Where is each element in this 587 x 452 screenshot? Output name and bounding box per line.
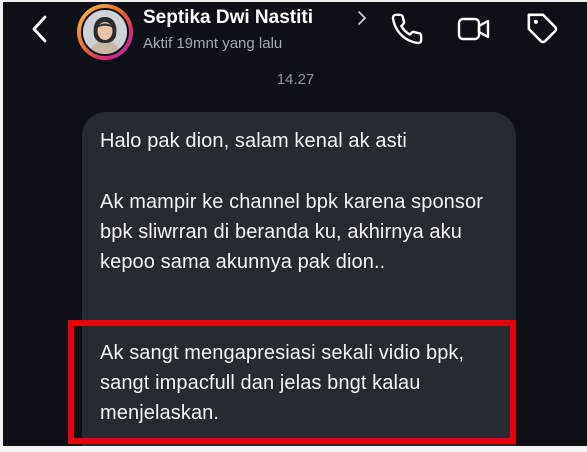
back-button[interactable]	[28, 12, 54, 46]
phone-icon	[391, 13, 423, 45]
screenshot-edge-bottom	[0, 446, 587, 452]
message-timestamp: 14.27	[276, 71, 315, 88]
back-arrow-icon	[32, 15, 47, 43]
chevron-right-icon[interactable]	[356, 9, 368, 27]
message-paragraph-greeting: Halo pak dion, salam kenal ak asti	[100, 130, 407, 152]
message-paragraph-appreciation: Ak sangt mengapresiasi sekali vidio bpk,…	[100, 342, 465, 424]
chat-header: Septika Dwi Nastiti Aktif 19mnt yang lal…	[0, 0, 587, 64]
tag-icon	[527, 13, 558, 44]
screenshot-edge-left	[0, 0, 3, 452]
activity-status: Aktif 19mnt yang lalu	[143, 35, 283, 52]
call-button[interactable]	[390, 12, 424, 46]
video-call-button[interactable]	[457, 12, 491, 46]
contact-name[interactable]: Septika Dwi Nastiti	[143, 7, 313, 29]
tag-button[interactable]	[526, 12, 560, 46]
avatar[interactable]	[81, 8, 129, 56]
video-camera-icon	[457, 17, 490, 41]
message-paragraph-context: Ak mampir ke channel bpk karena sponsor …	[100, 191, 483, 273]
chat-screen: Septika Dwi Nastiti Aktif 19mnt yang lal…	[0, 0, 587, 452]
